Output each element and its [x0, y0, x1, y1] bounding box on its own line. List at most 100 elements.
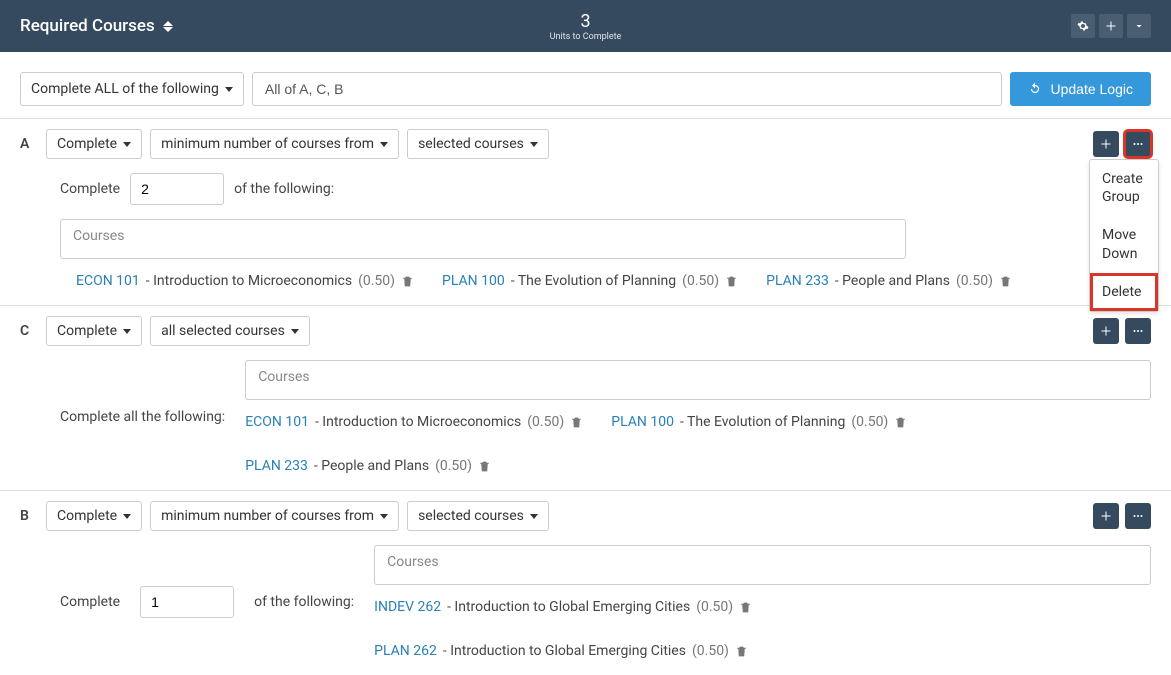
- complete-prefix: Complete all the following:: [60, 409, 225, 425]
- chevron-down-icon: [123, 142, 131, 147]
- chevron-down-icon: [1133, 20, 1145, 32]
- complete-select[interactable]: Complete: [46, 316, 142, 346]
- course-item: PLAN 233 - People and Plans (0.50): [245, 458, 491, 474]
- add-button[interactable]: [1099, 14, 1123, 38]
- complete-suffix: of the following:: [234, 181, 334, 197]
- course-item: ECON 101 - Introduction to Microeconomic…: [245, 414, 583, 430]
- course-list: INDEV 262 - Introduction to Global Emerg…: [374, 585, 1151, 659]
- sort-icon[interactable]: [163, 21, 173, 32]
- course-item: INDEV 262 - Introduction to Global Emerg…: [374, 599, 752, 615]
- group-add-button[interactable]: [1093, 318, 1119, 344]
- rule-group: C Complete all selected courses Complete al…: [0, 305, 1171, 490]
- course-name: - Introduction to Microeconomics: [146, 273, 352, 289]
- scope-select-label: selected courses: [418, 136, 524, 152]
- course-name: - Introduction to Global Emerging Cities: [443, 643, 686, 659]
- course-name: - People and Plans: [835, 273, 950, 289]
- group-add-button[interactable]: [1093, 503, 1119, 529]
- plus-icon: [1105, 20, 1117, 32]
- delete-course-button[interactable]: [739, 601, 752, 614]
- delete-course-button[interactable]: [570, 416, 583, 429]
- quantity-type-select-label: minimum number of courses from: [161, 508, 374, 524]
- course-units: (0.50): [527, 414, 564, 430]
- units-label: Units to Complete: [550, 32, 622, 42]
- logic-row: Complete ALL of the following Update Log…: [0, 52, 1171, 118]
- delete-course-button[interactable]: [894, 416, 907, 429]
- delete-course-button[interactable]: [999, 275, 1012, 288]
- logic-summary-input[interactable]: [252, 72, 1003, 106]
- course-units: (0.50): [696, 599, 733, 615]
- course-units: (0.50): [851, 414, 888, 430]
- delete-course-button[interactable]: [401, 275, 414, 288]
- course-code[interactable]: INDEV 262: [374, 599, 441, 615]
- group-actions: [1093, 318, 1151, 344]
- course-code[interactable]: PLAN 233: [766, 273, 829, 289]
- delete-course-button[interactable]: [735, 645, 748, 658]
- complete-select[interactable]: Complete: [46, 129, 142, 159]
- courses-input[interactable]: Courses: [245, 360, 1151, 400]
- menu-create-group[interactable]: Create Group: [1090, 160, 1158, 216]
- course-item: PLAN 233 - People and Plans (0.50): [766, 273, 1012, 289]
- chevron-down-icon: [530, 514, 538, 519]
- course-name: - People and Plans: [314, 458, 429, 474]
- courses-input[interactable]: Courses: [60, 219, 906, 259]
- course-name: - The Evolution of Planning: [680, 414, 845, 430]
- courses-input[interactable]: Courses: [374, 545, 1151, 585]
- complete-select-label: Complete: [57, 323, 117, 339]
- complete-select-label: Complete: [57, 508, 117, 524]
- course-units: (0.50): [435, 458, 472, 474]
- update-logic-button[interactable]: Update Logic: [1010, 72, 1151, 106]
- course-code[interactable]: PLAN 100: [611, 414, 674, 430]
- course-code[interactable]: ECON 101: [245, 414, 309, 430]
- course-item: PLAN 262 - Introduction to Global Emergi…: [374, 643, 748, 659]
- units-number: 3: [550, 11, 622, 32]
- scope-select[interactable]: selected courses: [407, 501, 549, 531]
- chevron-down-icon: [123, 329, 131, 334]
- course-code[interactable]: PLAN 262: [374, 643, 437, 659]
- logic-rule-select[interactable]: Complete ALL of the following: [20, 72, 244, 106]
- group-label: B: [20, 508, 38, 524]
- menu-move-down[interactable]: Move Down: [1090, 216, 1158, 272]
- chevron-down-icon: [225, 87, 233, 92]
- course-units: (0.50): [956, 273, 993, 289]
- group-more-button[interactable]: [1125, 131, 1151, 157]
- quantity-input[interactable]: [140, 586, 234, 618]
- group-more-button[interactable]: [1125, 318, 1151, 344]
- refresh-icon: [1028, 82, 1042, 96]
- group-label: A: [20, 136, 38, 152]
- chevron-down-icon: [291, 329, 299, 334]
- group-more-button[interactable]: [1125, 503, 1151, 529]
- group-header: A Complete minimum number of courses from s…: [20, 129, 1151, 159]
- logic-rule-label: Complete ALL of the following: [31, 81, 219, 97]
- update-logic-label: Update Logic: [1050, 81, 1133, 97]
- scope-select[interactable]: selected courses: [407, 129, 549, 159]
- group-complete-row: Completeof the following:CoursesINDEV 26…: [60, 545, 1151, 659]
- group-header: C Complete all selected courses: [20, 316, 1151, 346]
- quantity-type-select[interactable]: minimum number of courses from: [150, 129, 399, 159]
- course-code[interactable]: PLAN 233: [245, 458, 308, 474]
- group-complete-row: Complete all the following: Courses ECON 1…: [60, 360, 1151, 474]
- complete-prefix: Complete: [60, 594, 120, 610]
- course-name: - Introduction to Global Emerging Cities: [447, 599, 690, 615]
- course-item: PLAN 100 - The Evolution of Planning (0.…: [442, 273, 738, 289]
- quantity-type-select[interactable]: minimum number of courses from: [150, 501, 399, 531]
- course-item: PLAN 100 - The Evolution of Planning (0.…: [611, 414, 907, 430]
- rule-group: A Complete minimum number of courses from s…: [0, 118, 1171, 305]
- chevron-down-icon: [530, 142, 538, 147]
- menu-delete[interactable]: Delete: [1090, 273, 1158, 311]
- quantity-type-select[interactable]: all selected courses: [150, 316, 310, 346]
- complete-select-label: Complete: [57, 136, 117, 152]
- complete-select[interactable]: Complete: [46, 501, 142, 531]
- delete-course-button[interactable]: [478, 460, 491, 473]
- settings-button[interactable]: [1071, 14, 1095, 38]
- quantity-input[interactable]: [130, 173, 224, 205]
- group-actions: [1093, 503, 1151, 529]
- course-list: ECON 101 - Introduction to Microeconomic…: [245, 400, 1151, 474]
- rule-group: B Complete minimum number of courses from s…: [0, 490, 1171, 675]
- course-code[interactable]: ECON 101: [76, 273, 140, 289]
- expand-button[interactable]: [1127, 14, 1151, 38]
- course-code[interactable]: PLAN 100: [442, 273, 505, 289]
- course-name: - Introduction to Microeconomics: [315, 414, 521, 430]
- group-label: C: [20, 323, 38, 339]
- group-add-button[interactable]: [1093, 131, 1119, 157]
- delete-course-button[interactable]: [725, 275, 738, 288]
